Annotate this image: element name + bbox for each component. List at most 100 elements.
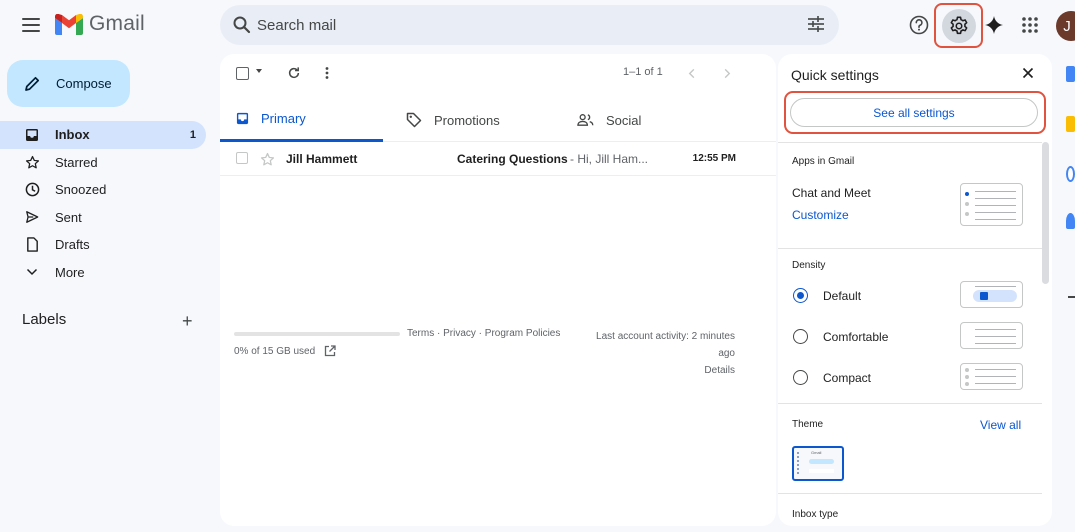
calendar-app-icon[interactable]	[1066, 66, 1075, 82]
density-default-thumbnail[interactable]	[960, 281, 1023, 308]
density-heading: Density	[792, 260, 826, 271]
more-options-icon[interactable]	[324, 66, 330, 80]
account-avatar[interactable]: J	[1056, 11, 1075, 41]
see-all-settings-button[interactable]: See all settings	[790, 98, 1038, 127]
select-all-checkbox[interactable]	[236, 67, 249, 80]
email-checkbox[interactable]	[236, 152, 248, 164]
sidebar-item-snoozed[interactable]: Snoozed	[0, 176, 206, 204]
people-icon	[577, 114, 594, 126]
account-activity: Last account activity: 2 minutes ago Det…	[555, 328, 735, 379]
tab-promotions[interactable]: Promotions	[406, 98, 500, 142]
clock-icon	[24, 182, 40, 198]
settings-button-highlight[interactable]	[934, 3, 983, 48]
activity-details-link[interactable]: Details	[555, 362, 735, 379]
sidebar-item-sent[interactable]: Sent	[0, 204, 206, 232]
mail-list-panel: 1–1 of 1 Primary Promotions Social Jill …	[220, 54, 776, 526]
quick-settings-title: Quick settings	[791, 67, 879, 83]
gemini-sparkle-icon[interactable]	[980, 11, 1008, 39]
search-input[interactable]	[257, 13, 777, 37]
inbox-type-heading: Inbox type	[792, 509, 839, 520]
draft-icon	[24, 237, 40, 253]
search-icon[interactable]	[232, 15, 252, 35]
email-snippet: - Hi, Jill Ham...	[570, 152, 648, 166]
density-comfortable-radio[interactable]	[793, 329, 808, 344]
pencil-icon	[25, 76, 40, 91]
tab-primary[interactable]: Primary	[220, 98, 383, 142]
email-sender: Jill Hammett	[286, 152, 358, 166]
sidebar-nav: Inbox 1 Starred Snoozed Sent Drafts More	[0, 121, 206, 286]
footer-links[interactable]: Terms · Privacy · Program Policies	[407, 328, 560, 339]
chevron-down-icon	[24, 264, 40, 280]
star-icon[interactable]	[260, 152, 275, 167]
category-tabs: Primary Promotions Social	[220, 98, 776, 142]
theme-default-thumbnail[interactable]: Gmail	[792, 446, 844, 481]
density-compact-thumbnail[interactable]	[960, 363, 1023, 390]
search-bar[interactable]	[220, 5, 839, 45]
apps-section: Apps in Gmail Chat and Meet Customize	[778, 142, 1042, 248]
chevron-right-icon[interactable]	[723, 68, 731, 79]
density-compact-radio[interactable]	[793, 370, 808, 385]
theme-heading: Theme	[792, 419, 824, 430]
email-row[interactable]: Jill Hammett Catering Questions - Hi, Ji…	[220, 142, 776, 176]
select-dropdown-icon[interactable]	[256, 69, 262, 73]
density-default-radio[interactable]	[793, 288, 808, 303]
customize-link[interactable]: Customize	[792, 208, 849, 222]
gmail-m-icon	[55, 13, 83, 35]
sidebar-item-label: Sent	[55, 209, 82, 225]
add-label-icon[interactable]: +	[182, 311, 193, 332]
main-menu-button[interactable]	[18, 13, 44, 37]
search-options-icon[interactable]	[807, 15, 825, 33]
refresh-icon[interactable]	[287, 66, 301, 80]
sidebar-item-starred[interactable]: Starred	[0, 149, 206, 177]
unread-count-badge: 1	[189, 128, 196, 141]
quick-settings-scrollbar[interactable]	[1042, 142, 1049, 284]
close-icon[interactable]	[1022, 67, 1034, 79]
storage-progress-bar	[234, 332, 400, 336]
star-icon	[24, 154, 40, 170]
theme-section: Theme View all Gmail	[778, 403, 1042, 493]
sidebar-item-label: Snoozed	[55, 182, 107, 198]
sidebar-item-label: More	[55, 264, 85, 280]
sidebar-item-more[interactable]: More	[0, 259, 206, 287]
sidebar-item-label: Inbox	[55, 127, 90, 143]
labels-heading: Labels	[22, 311, 67, 328]
keep-app-icon[interactable]	[1066, 116, 1075, 132]
open-external-icon[interactable]	[324, 345, 336, 357]
inbox-type-section: Inbox type	[778, 493, 1042, 526]
sidebar-item-inbox[interactable]: Inbox 1	[0, 121, 206, 149]
contacts-app-icon[interactable]	[1066, 213, 1075, 229]
gear-icon	[950, 16, 967, 34]
compose-button[interactable]: Compose	[7, 60, 130, 107]
rail-divider	[1068, 296, 1075, 298]
email-time: 12:55 PM	[692, 153, 736, 164]
density-section: Density Default Comfortable Compact	[778, 248, 1042, 403]
inbox-icon	[24, 127, 40, 143]
chat-meet-label: Chat and Meet	[792, 186, 871, 200]
chevron-left-icon[interactable]	[688, 68, 696, 79]
sidebar-item-drafts[interactable]: Drafts	[0, 231, 206, 259]
density-comfortable-label[interactable]: Comfortable	[823, 330, 888, 344]
tab-social[interactable]: Social	[577, 98, 641, 142]
gmail-logo[interactable]: Gmail	[55, 12, 145, 36]
theme-thumb-label: Gmail	[811, 450, 822, 455]
apps-heading: Apps in Gmail	[792, 156, 855, 167]
density-default-label[interactable]: Default	[823, 289, 861, 303]
help-icon[interactable]	[905, 11, 933, 39]
storage-usage: 0% of 15 GB used	[234, 345, 336, 357]
density-compact-label[interactable]: Compact	[823, 371, 871, 385]
view-all-themes-link[interactable]: View all	[980, 418, 1021, 432]
pagination-text: 1–1 of 1	[623, 66, 663, 78]
density-comfortable-thumbnail[interactable]	[960, 322, 1023, 349]
apps-grid-icon[interactable]	[1016, 11, 1044, 39]
settings-button[interactable]	[941, 8, 976, 43]
email-subject: Catering Questions	[457, 152, 568, 166]
see-all-settings-highlight: See all settings	[784, 91, 1046, 134]
sidebar-item-label: Drafts	[55, 237, 90, 253]
tasks-app-icon[interactable]	[1066, 166, 1075, 182]
quick-settings-panel: Quick settings See all settings Apps in …	[778, 54, 1052, 526]
tag-icon	[406, 112, 422, 128]
sidebar-item-label: Starred	[55, 154, 98, 170]
app-name: Gmail	[89, 12, 145, 35]
inbox-icon	[236, 112, 249, 125]
chat-meet-thumbnail[interactable]	[960, 183, 1023, 226]
